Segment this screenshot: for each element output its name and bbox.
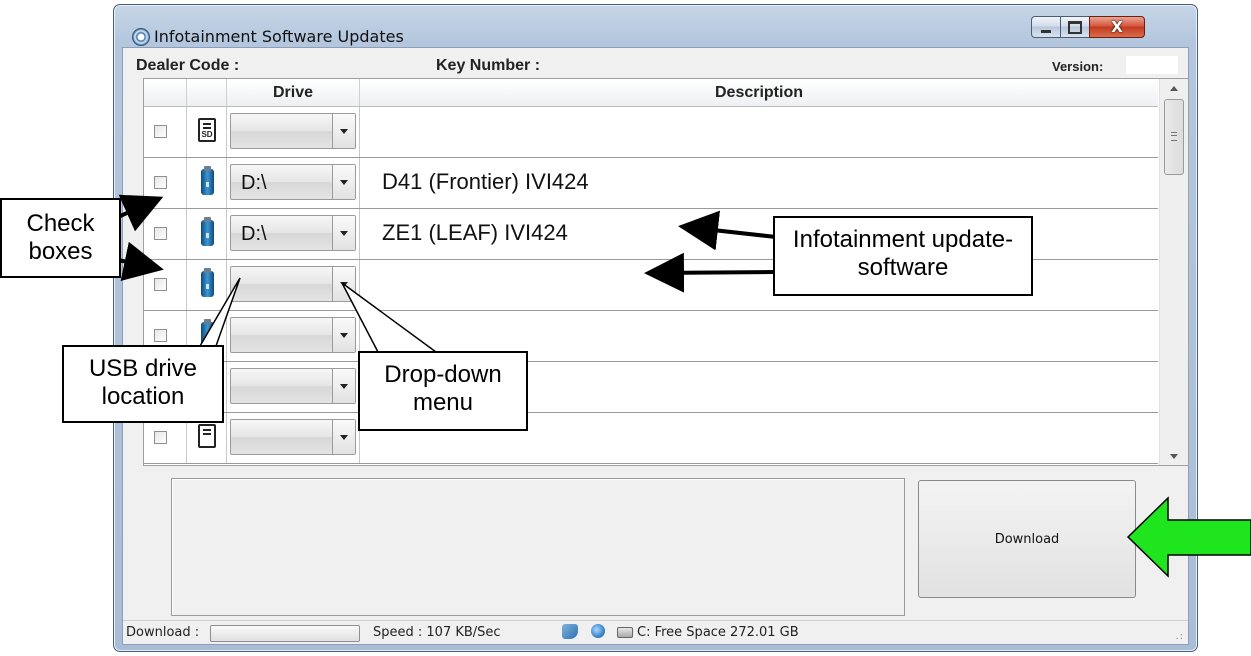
app-icon xyxy=(132,28,150,46)
sd-card-icon xyxy=(198,424,216,448)
table-row: D:\ D41 (Frontier) IVI424 xyxy=(144,158,1158,209)
grip-icon xyxy=(1171,132,1177,141)
resize-grip-icon[interactable]: .: xyxy=(1175,631,1184,642)
free-space-text: C: Free Space 272.01 GB xyxy=(637,625,799,640)
drive-dropdown[interactable]: D:\ xyxy=(230,164,356,200)
scrollbar-thumb[interactable] xyxy=(1164,99,1184,175)
status-bar: Download : Speed : 107 KB/Sec C: Free Sp… xyxy=(123,620,1188,645)
callout-check-boxes: Check boxes xyxy=(0,198,121,278)
col-header-drive[interactable]: Drive xyxy=(227,79,360,106)
download-status-label: Download : xyxy=(126,625,200,640)
grid-header: Drive Description xyxy=(144,79,1158,107)
download-button[interactable]: Download xyxy=(918,480,1136,598)
drive-dropdown[interactable] xyxy=(230,317,356,353)
usb-drive-icon xyxy=(201,268,214,297)
drive-dropdown[interactable] xyxy=(230,266,356,302)
chevron-down-icon[interactable] xyxy=(332,165,355,199)
network-icon xyxy=(562,624,578,639)
close-button[interactable]: X xyxy=(1089,16,1145,38)
table-row xyxy=(144,413,1158,464)
scroll-down-button[interactable] xyxy=(1160,447,1188,465)
callout-infotainment-software: Infotainment update-software xyxy=(773,216,1033,296)
globe-icon xyxy=(591,624,605,638)
minimize-icon xyxy=(1041,29,1051,33)
maximize-button[interactable] xyxy=(1060,16,1090,38)
row-checkbox[interactable] xyxy=(154,227,167,240)
row-description: D41 (Frontier) IVI424 xyxy=(382,169,589,194)
client-area: Dealer Code : Key Number : Version: Driv… xyxy=(122,47,1189,645)
chevron-down-icon[interactable] xyxy=(332,369,355,403)
table-row: SD xyxy=(144,107,1158,158)
version-value xyxy=(1126,56,1178,74)
usb-drive-icon xyxy=(201,217,214,246)
chevron-down-icon[interactable] xyxy=(332,114,355,148)
row-checkbox[interactable] xyxy=(154,431,167,444)
close-icon: X xyxy=(1111,18,1123,36)
window-title: Infotainment Software Updates xyxy=(154,27,404,46)
callout-usb-drive-location: USB drive location xyxy=(62,345,224,423)
title-bar[interactable]: Infotainment Software Updates X xyxy=(114,5,1197,46)
chevron-down-icon[interactable] xyxy=(332,318,355,352)
row-checkbox[interactable] xyxy=(154,125,167,138)
usb-drive-icon xyxy=(201,166,214,195)
table-row xyxy=(144,362,1158,413)
message-panel xyxy=(171,478,905,616)
speed-text: Speed : 107 KB/Sec xyxy=(373,625,501,640)
col-header-description[interactable]: Description xyxy=(360,79,1158,106)
drive-dropdown[interactable] xyxy=(230,113,356,149)
drive-value: D:\ xyxy=(241,223,267,245)
row-checkbox[interactable] xyxy=(154,329,167,342)
chevron-down-icon xyxy=(1170,453,1178,459)
chevron-down-icon[interactable] xyxy=(332,420,355,454)
callout-drop-down-menu: Drop-down menu xyxy=(358,351,528,431)
col-header-icon xyxy=(187,79,227,106)
scroll-up-button[interactable] xyxy=(1160,79,1188,97)
chevron-down-icon[interactable] xyxy=(332,216,355,250)
dealer-code-label: Dealer Code : xyxy=(136,57,240,74)
key-number-label: Key Number : xyxy=(436,57,541,74)
row-description: ZE1 (LEAF) IVI424 xyxy=(382,220,568,245)
drive-dropdown[interactable] xyxy=(230,368,356,404)
version-label: Version: xyxy=(1052,59,1104,74)
chevron-up-icon xyxy=(1170,85,1178,91)
vertical-scrollbar[interactable] xyxy=(1159,79,1188,465)
drive-dropdown[interactable]: D:\ xyxy=(230,215,356,251)
download-progress-bar xyxy=(210,625,360,642)
col-header-checkbox xyxy=(144,79,187,106)
drive-icon xyxy=(617,627,633,638)
drive-value: D:\ xyxy=(241,172,267,194)
table-row xyxy=(144,311,1158,362)
chevron-down-icon[interactable] xyxy=(332,267,355,301)
minimize-button[interactable] xyxy=(1031,16,1061,38)
maximize-icon xyxy=(1068,20,1082,34)
row-checkbox[interactable] xyxy=(154,176,167,189)
sd-card-icon: SD xyxy=(198,118,216,142)
drive-dropdown[interactable] xyxy=(230,419,356,455)
app-window: Infotainment Software Updates X Dealer C… xyxy=(113,4,1198,652)
row-checkbox[interactable] xyxy=(154,278,167,291)
